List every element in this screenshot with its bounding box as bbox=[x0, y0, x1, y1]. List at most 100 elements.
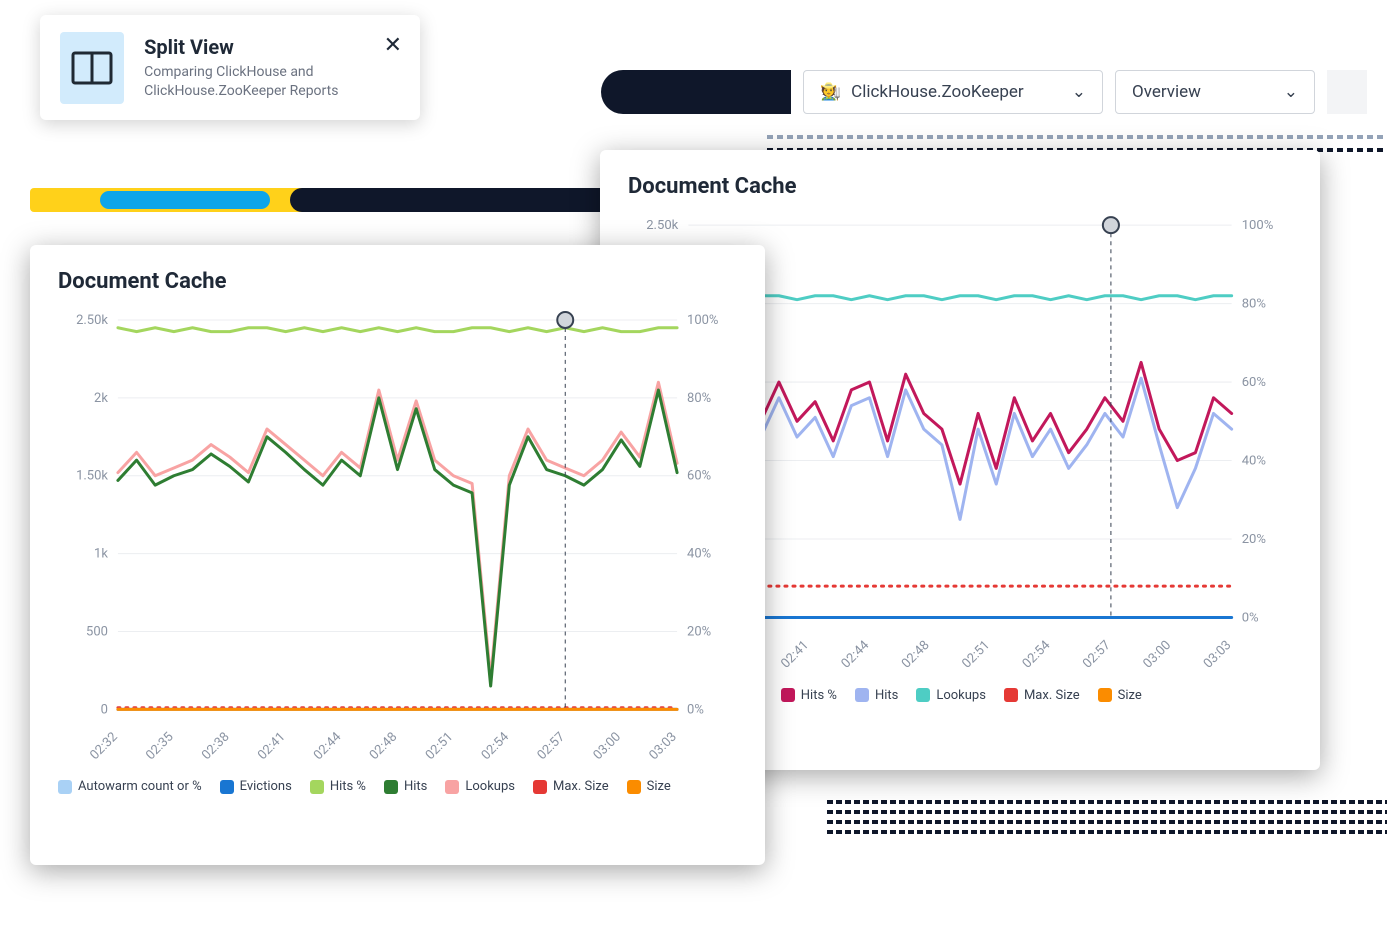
toast-title: Split View bbox=[144, 35, 400, 59]
chevron-down-icon: ⌄ bbox=[1072, 82, 1086, 102]
legend-item-max[interactable]: Max. Size bbox=[533, 779, 609, 794]
legend-item-hits[interactable]: Hits bbox=[855, 688, 898, 703]
legend-swatch bbox=[533, 780, 547, 794]
svg-text:40%: 40% bbox=[687, 547, 711, 562]
svg-text:02:57: 02:57 bbox=[1080, 638, 1114, 672]
legend-swatch bbox=[916, 688, 930, 702]
legend-swatch bbox=[627, 780, 641, 794]
legend-item-autowarm[interactable]: Autowarm count or % bbox=[58, 779, 202, 794]
legend-swatch bbox=[1098, 688, 1112, 702]
decorative-bar bbox=[100, 191, 270, 209]
legend-swatch bbox=[1004, 688, 1018, 702]
legend-item-evict[interactable]: Evictions bbox=[220, 779, 292, 794]
svg-text:02:32: 02:32 bbox=[87, 730, 120, 763]
svg-text:80%: 80% bbox=[687, 391, 711, 406]
legend-label: Size bbox=[1118, 688, 1142, 703]
legend-item-max[interactable]: Max. Size bbox=[1004, 688, 1080, 703]
legend-item-hitsP[interactable]: Hits % bbox=[781, 688, 837, 703]
svg-text:03:03: 03:03 bbox=[1201, 638, 1235, 672]
decorative-stripe bbox=[827, 810, 1387, 814]
datasource-dropdown[interactable]: 🧑‍🌾 ClickHouse.ZooKeeper ⌄ bbox=[803, 70, 1103, 114]
svg-text:02:44: 02:44 bbox=[839, 637, 873, 671]
decorative-pill bbox=[601, 70, 791, 114]
legend-label: Size bbox=[647, 779, 671, 794]
legend-label: Evictions bbox=[240, 779, 292, 794]
legend-swatch bbox=[855, 688, 869, 702]
legend-item-look[interactable]: Lookups bbox=[445, 779, 515, 794]
svg-text:60%: 60% bbox=[687, 469, 711, 484]
chart-legend: Autowarm count or % Evictions Hits % Hits Lo… bbox=[30, 769, 765, 814]
svg-text:03:03: 03:03 bbox=[646, 730, 679, 763]
chart-title: Document Cache bbox=[30, 245, 765, 300]
close-icon[interactable]: ✕ bbox=[384, 33, 402, 58]
chart-card-left: Document Cache 0 0% 500 20% 1k 40% 1.50k 60% 2k 8… bbox=[30, 245, 765, 865]
svg-text:500: 500 bbox=[86, 624, 108, 639]
topbar-trailing bbox=[1327, 70, 1367, 114]
svg-text:02:38: 02:38 bbox=[199, 730, 232, 763]
legend-swatch bbox=[310, 780, 324, 794]
legend-label: Hits bbox=[404, 779, 427, 794]
svg-text:2.50k: 2.50k bbox=[76, 313, 108, 328]
legend-item-look[interactable]: Lookups bbox=[916, 688, 986, 703]
svg-text:2k: 2k bbox=[94, 391, 108, 406]
svg-text:02:51: 02:51 bbox=[423, 730, 456, 763]
svg-text:1k: 1k bbox=[94, 547, 108, 562]
svg-text:1.50k: 1.50k bbox=[76, 469, 108, 484]
legend-item-size[interactable]: Size bbox=[627, 779, 671, 794]
datasource-label: ClickHouse.ZooKeeper bbox=[851, 82, 1024, 102]
split-view-toast: Split View Comparing ClickHouse and Clic… bbox=[40, 15, 420, 120]
legend-item-size[interactable]: Size bbox=[1098, 688, 1142, 703]
legend-label: Hits bbox=[875, 688, 898, 703]
legend-item-hitsP[interactable]: Hits % bbox=[310, 779, 366, 794]
svg-text:02:41: 02:41 bbox=[255, 730, 288, 763]
svg-text:40%: 40% bbox=[1242, 454, 1266, 469]
svg-text:0: 0 bbox=[101, 702, 108, 717]
legend-swatch bbox=[58, 780, 72, 794]
legend-swatch bbox=[781, 688, 795, 702]
svg-text:03:00: 03:00 bbox=[591, 730, 624, 763]
legend-label: Hits % bbox=[801, 688, 837, 703]
legend-swatch bbox=[384, 780, 398, 794]
svg-text:02:51: 02:51 bbox=[959, 638, 993, 672]
zookeeper-icon: 🧑‍🌾 bbox=[820, 82, 841, 102]
svg-text:0%: 0% bbox=[687, 702, 704, 717]
legend-label: Max. Size bbox=[553, 779, 609, 794]
svg-text:02:54: 02:54 bbox=[479, 730, 512, 763]
chart-title: Document Cache bbox=[600, 150, 1320, 205]
decorative-stripe bbox=[827, 820, 1387, 824]
legend-item-hits[interactable]: Hits bbox=[384, 779, 427, 794]
svg-text:2.50k: 2.50k bbox=[646, 218, 678, 233]
legend-label: Hits % bbox=[330, 779, 366, 794]
svg-text:02:41: 02:41 bbox=[778, 638, 812, 672]
svg-text:02:44: 02:44 bbox=[311, 730, 344, 763]
svg-text:02:48: 02:48 bbox=[367, 730, 400, 763]
svg-text:02:57: 02:57 bbox=[535, 730, 568, 763]
svg-text:0%: 0% bbox=[1242, 611, 1259, 626]
split-view-icon bbox=[60, 32, 124, 104]
legend-label: Autowarm count or % bbox=[78, 779, 202, 794]
legend-label: Lookups bbox=[465, 779, 515, 794]
decorative-stripe bbox=[827, 830, 1387, 834]
svg-text:80%: 80% bbox=[1242, 297, 1266, 312]
svg-text:02:48: 02:48 bbox=[899, 638, 933, 672]
svg-text:60%: 60% bbox=[1242, 375, 1266, 390]
legend-label: Max. Size bbox=[1024, 688, 1080, 703]
svg-text:100%: 100% bbox=[687, 313, 718, 328]
legend-swatch bbox=[445, 780, 459, 794]
svg-text:20%: 20% bbox=[687, 624, 711, 639]
chart-plot[interactable]: 0 0% 500 20% 1k 40% 1.50k 60% 2k 80% 2.50k 100% 02:3… bbox=[58, 300, 737, 769]
topbar-right: 🧑‍🌾 ClickHouse.ZooKeeper ⌄ Overview ⌄ bbox=[601, 70, 1367, 114]
decorative-stripe bbox=[767, 135, 1387, 139]
svg-text:02:35: 02:35 bbox=[143, 730, 176, 763]
view-dropdown[interactable]: Overview ⌄ bbox=[1115, 70, 1315, 114]
toast-subtitle: Comparing ClickHouse and ClickHouse.ZooK… bbox=[144, 63, 400, 99]
legend-label: Lookups bbox=[936, 688, 986, 703]
decorative-stripe bbox=[827, 800, 1387, 804]
svg-text:100%: 100% bbox=[1242, 218, 1274, 233]
svg-text:03:00: 03:00 bbox=[1140, 638, 1174, 672]
chevron-down-icon: ⌄ bbox=[1284, 82, 1298, 102]
legend-swatch bbox=[220, 780, 234, 794]
svg-text:02:54: 02:54 bbox=[1020, 637, 1054, 671]
view-label: Overview bbox=[1132, 82, 1201, 102]
svg-text:20%: 20% bbox=[1242, 532, 1266, 547]
